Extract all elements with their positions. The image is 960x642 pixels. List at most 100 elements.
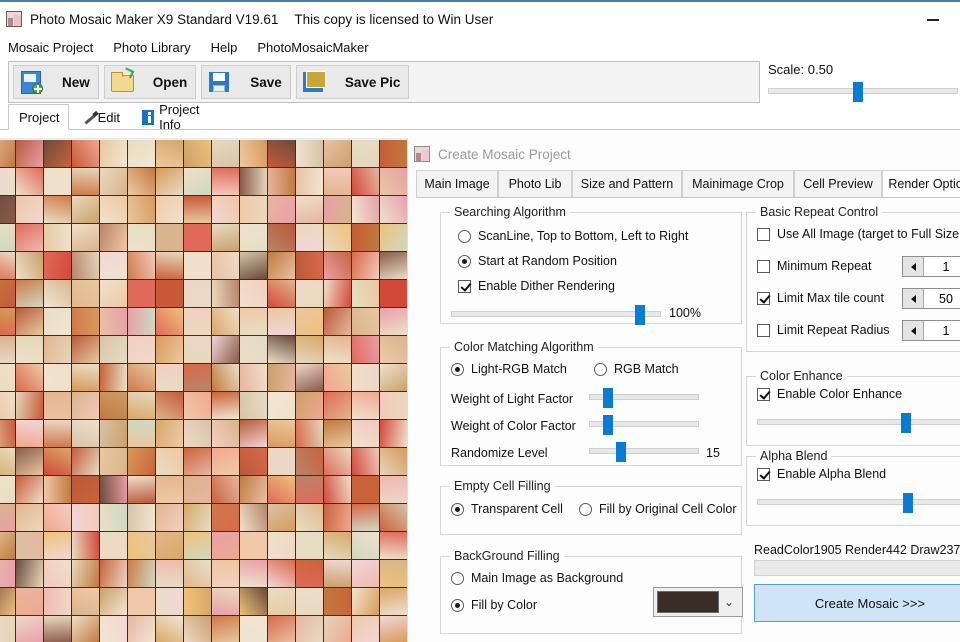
mosaic-tile [0, 420, 15, 447]
limit-max-tile-stepper[interactable]: 50 [902, 288, 960, 309]
mosaic-tile [128, 308, 155, 335]
mosaic-tile [380, 476, 407, 503]
mosaic-tile [128, 588, 155, 615]
chevron-down-icon[interactable]: ⌄ [719, 595, 739, 609]
limit-repeat-radius-stepper[interactable]: 1 [902, 320, 960, 341]
tab-mainimage-crop[interactable]: Mainimage Crop [682, 170, 794, 198]
tab-photo-lib[interactable]: Photo Lib [498, 170, 572, 198]
mosaic-tile [128, 196, 155, 223]
checkbox-minimum-repeat-label: Minimum Repeat [777, 259, 872, 273]
tab-cell-preview[interactable]: Cell Preview [794, 170, 882, 198]
limit-max-tile-decrement[interactable] [903, 289, 924, 308]
mosaic-tile [156, 588, 183, 615]
checkbox-enable-color-enhance[interactable]: Enable Color Enhance [757, 387, 902, 401]
checkbox-enable-dither[interactable]: Enable Dither Rendering [458, 279, 615, 293]
checkbox-minimum-repeat[interactable]: Minimum Repeat [757, 259, 871, 273]
randomize-level-thumb[interactable] [616, 442, 626, 462]
sidebar-item-edit[interactable]: Edit [71, 104, 131, 130]
tab-size-and-pattern[interactable]: Size and Pattern [572, 170, 682, 198]
checkbox-enable-alpha-blend-indicator [757, 467, 770, 481]
checkbox-enable-alpha-blend[interactable]: Enable Alpha Blend [757, 467, 886, 481]
mosaic-tile [240, 420, 267, 447]
scale-slider-thumb[interactable] [853, 82, 863, 102]
mosaic-tile [268, 476, 295, 503]
limit-repeat-radius-decrement[interactable] [903, 321, 924, 340]
mosaic-preview-canvas[interactable] [0, 138, 407, 642]
mosaic-tile [352, 448, 379, 475]
checkbox-limit-repeat-radius[interactable]: Limit Repeat Radius [757, 323, 890, 337]
tab-render-option[interactable]: Render Option [882, 170, 960, 198]
open-button[interactable]: Open [103, 65, 197, 99]
background-color-swatch[interactable] [657, 591, 719, 613]
mosaic-tile [72, 504, 99, 531]
menu-item-photomosaicmaker[interactable]: PhotoMosaicMaker [257, 40, 368, 55]
radio-transparent-cell[interactable]: Transparent Cell [451, 502, 563, 516]
scale-control: Scale: 0.50 [768, 62, 958, 102]
mosaic-tile [268, 336, 295, 363]
mosaic-tile [156, 448, 183, 475]
mosaic-tile [380, 392, 407, 419]
radio-random-position[interactable]: Start at Random Position [458, 254, 617, 268]
radio-rgb-match[interactable]: RGB Match [594, 362, 679, 376]
save-button[interactable]: Save [201, 65, 291, 99]
save-pic-button-label: Save Pic [344, 74, 401, 90]
create-mosaic-button[interactable]: Create Mosaic >>> [754, 584, 960, 622]
tab-main-image[interactable]: Main Image [416, 170, 498, 198]
weight-light-factor-slider[interactable] [589, 388, 699, 408]
mosaic-tile [380, 560, 407, 587]
weight-color-factor-slider[interactable] [589, 415, 699, 435]
mosaic-tile [212, 532, 239, 559]
menu-item-mosaic-project[interactable]: Mosaic Project [8, 40, 93, 55]
mosaic-tile [240, 252, 267, 279]
background-color-picker[interactable]: ⌄ [653, 587, 743, 617]
color-enhance-slider[interactable] [757, 413, 960, 433]
mosaic-tile [16, 196, 43, 223]
weight-color-factor-thumb[interactable] [603, 415, 613, 435]
minimize-button[interactable] [918, 10, 948, 30]
color-enhance-slider-thumb[interactable] [901, 413, 911, 433]
checkbox-use-all-image[interactable]: Use All Image (target to Full Size C [757, 227, 960, 241]
mosaic-tile [296, 504, 323, 531]
radio-light-rgb-match[interactable]: Light-RGB Match [451, 362, 567, 376]
minimum-repeat-decrement[interactable] [903, 257, 924, 276]
mosaic-tile [240, 224, 267, 251]
mosaic-tile [296, 364, 323, 391]
radio-main-image-background[interactable]: Main Image as Background [451, 571, 623, 585]
dither-slider[interactable] [451, 305, 661, 325]
mosaic-tile [128, 560, 155, 587]
sidebar-item-project-info[interactable]: Project Info [131, 102, 223, 132]
mosaic-tile [100, 532, 127, 559]
scale-slider[interactable] [768, 82, 958, 102]
mosaic-tile [240, 336, 267, 363]
mosaic-tile [128, 476, 155, 503]
mosaic-tile [296, 616, 323, 642]
mosaic-tile [72, 196, 99, 223]
save-pic-button[interactable]: Save Pic [295, 65, 410, 99]
alpha-blend-title: Alpha Blend [756, 449, 832, 463]
dither-slider-thumb[interactable] [635, 305, 645, 325]
sidebar-item-project[interactable]: Project [8, 104, 69, 130]
mosaic-tile [156, 364, 183, 391]
randomize-level-slider[interactable] [589, 442, 699, 462]
mosaic-tile [184, 448, 211, 475]
weight-light-factor-thumb[interactable] [603, 388, 613, 408]
mosaic-tile [16, 560, 43, 587]
mosaic-tile [352, 532, 379, 559]
radio-fill-original-cell-color[interactable]: Fill by Original Cell Color [579, 502, 737, 516]
open-button-label: Open [152, 74, 188, 90]
radio-scanline[interactable]: ScanLine, Top to Bottom, Left to Right [458, 229, 688, 243]
randomize-level-label: Randomize Level [451, 446, 548, 460]
alpha-blend-slider-thumb[interactable] [903, 493, 913, 513]
new-button[interactable]: New [13, 65, 99, 99]
mosaic-tile [380, 196, 407, 223]
mosaic-tile [212, 140, 239, 167]
checkbox-limit-max-tile-count[interactable]: Limit Max tile count [757, 291, 884, 305]
minimum-repeat-stepper[interactable]: 1 [902, 256, 960, 277]
radio-fill-by-color[interactable]: Fill by Color [451, 598, 537, 612]
mosaic-tile [0, 532, 15, 559]
menu-item-help[interactable]: Help [211, 40, 238, 55]
mosaic-tile [100, 392, 127, 419]
mosaic-tile [352, 224, 379, 251]
menu-item-photo-library[interactable]: Photo Library [113, 40, 190, 55]
alpha-blend-slider[interactable] [757, 493, 960, 513]
